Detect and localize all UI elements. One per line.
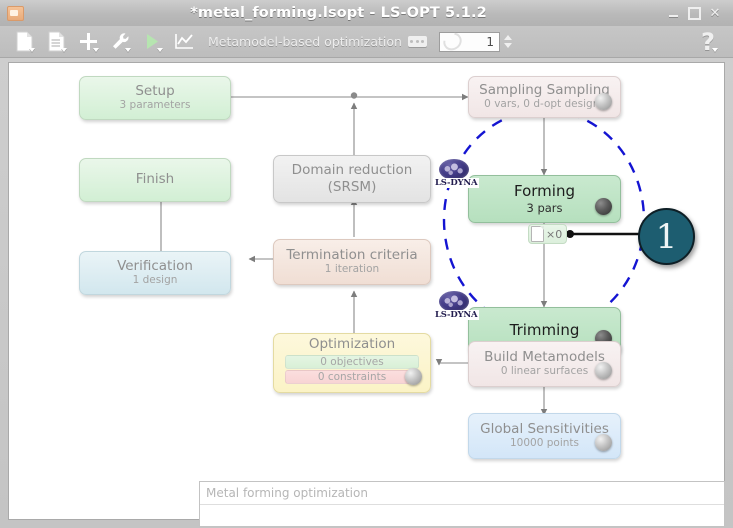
- chevron-down-icon: [61, 48, 67, 52]
- node-title: Setup: [135, 82, 175, 99]
- node-subtitle: 1 iteration: [324, 263, 380, 276]
- ellipsis-icon[interactable]: [407, 36, 427, 47]
- close-button[interactable]: ✕: [705, 2, 725, 24]
- app-icon: [7, 5, 24, 21]
- status-orb[interactable]: [595, 198, 612, 215]
- close-icon: ✕: [709, 5, 721, 21]
- tools-button[interactable]: [104, 27, 136, 56]
- node-global-sensitivities[interactable]: Global Sensitivities 10000 points: [468, 413, 621, 459]
- node-optimization[interactable]: Optimization 0 objectives 0 constraints: [273, 333, 431, 393]
- node-subtitle: 0 vars, 0 d-opt designs: [484, 98, 605, 111]
- minimize-icon: [668, 15, 678, 17]
- node-finish[interactable]: Finish: [79, 158, 231, 202]
- task-type-label: Metamodel-based optimization: [208, 34, 402, 49]
- node-setup[interactable]: Setup 3 parameters: [79, 76, 231, 120]
- stepper-down-icon[interactable]: [503, 43, 512, 48]
- status-orb[interactable]: [595, 434, 612, 451]
- plot-button[interactable]: [168, 27, 200, 56]
- node-title: Verification: [117, 257, 193, 274]
- constraints-bar[interactable]: 0 constraints: [284, 369, 420, 384]
- iteration-value[interactable]: 1: [462, 35, 499, 49]
- chart-icon: [174, 34, 193, 49]
- node-forming[interactable]: LS-DYNA Forming 3 pars: [433, 159, 621, 223]
- status-orb[interactable]: [595, 93, 612, 110]
- node-subtitle: 0 linear surfaces: [500, 365, 589, 378]
- notes-title: Metal forming optimization: [200, 482, 724, 505]
- node-termination-criteria[interactable]: Termination criteria 1 iteration: [273, 239, 431, 285]
- status-orb[interactable]: [595, 362, 612, 379]
- lsopt-window: *metal_forming.lsopt - LS-OPT 5.1.2 ✕ Me…: [0, 0, 733, 528]
- help-button[interactable]: ?: [693, 27, 723, 56]
- open-file-button[interactable]: [40, 27, 72, 56]
- node-subtitle: (SRSM): [327, 179, 377, 195]
- node-domain-reduction[interactable]: Domain reduction (SRSM): [273, 155, 431, 203]
- chevron-down-icon: [93, 48, 99, 52]
- file-transfer-count: ×0: [546, 227, 563, 241]
- window-titlebar: *metal_forming.lsopt - LS-OPT 5.1.2 ✕: [0, 0, 733, 27]
- node-subtitle: 10000 points: [510, 437, 579, 450]
- file-transfer-badge[interactable]: ×0: [528, 224, 568, 244]
- iteration-stepper[interactable]: [503, 35, 512, 48]
- callout-leader: [566, 230, 641, 238]
- maximize-button[interactable]: [684, 2, 704, 24]
- new-file-button[interactable]: [8, 27, 40, 56]
- node-title: Optimization: [308, 336, 396, 352]
- chevron-down-icon: [29, 48, 35, 52]
- minimize-button[interactable]: [663, 2, 683, 24]
- status-orb[interactable]: [405, 368, 422, 385]
- flowchart-canvas[interactable]: Setup 3 parameters Sampling Sampling 0 v…: [8, 62, 725, 520]
- node-title: Forming: [514, 182, 575, 201]
- file-icon: [531, 226, 544, 242]
- node-verification[interactable]: Verification 1 design: [79, 251, 231, 295]
- node-subtitle: 1 design: [132, 274, 178, 287]
- chevron-down-icon: [125, 48, 131, 52]
- node-title: Domain reduction: [291, 162, 413, 179]
- maximize-icon: [687, 6, 701, 20]
- chevron-down-icon: [157, 48, 163, 52]
- node-subtitle: 3 parameters: [119, 99, 191, 112]
- node-title: Sampling Sampling: [479, 81, 610, 98]
- node-title: Build Metamodels: [484, 348, 605, 365]
- chevron-down-icon: [712, 48, 718, 52]
- stepper-up-icon[interactable]: [503, 35, 512, 40]
- objectives-bar[interactable]: 0 objectives: [284, 354, 420, 369]
- node-sampling[interactable]: Sampling Sampling 0 vars, 0 d-opt design…: [468, 76, 621, 118]
- repeat-icon: [439, 29, 466, 54]
- iteration-spinbox[interactable]: 1: [438, 29, 500, 54]
- node-title: Termination criteria: [286, 246, 418, 263]
- notes-pane[interactable]: Metal forming optimization: [199, 481, 725, 527]
- add-button[interactable]: [72, 27, 104, 56]
- node-subtitle: 3 pars: [526, 200, 563, 215]
- node-build-metamodels[interactable]: Build Metamodels 0 linear surfaces: [468, 341, 621, 387]
- window-title: *metal_forming.lsopt - LS-OPT 5.1.2: [190, 5, 487, 21]
- main-toolbar: Metamodel-based optimization 1 ?: [0, 26, 733, 58]
- callout-badge-1: 1: [638, 208, 695, 265]
- run-button[interactable]: [136, 27, 168, 56]
- node-title: Trimming: [509, 321, 580, 340]
- callout-number: 1: [655, 216, 678, 257]
- node-title: Finish: [135, 171, 175, 188]
- node-title: Global Sensitivities: [480, 420, 609, 437]
